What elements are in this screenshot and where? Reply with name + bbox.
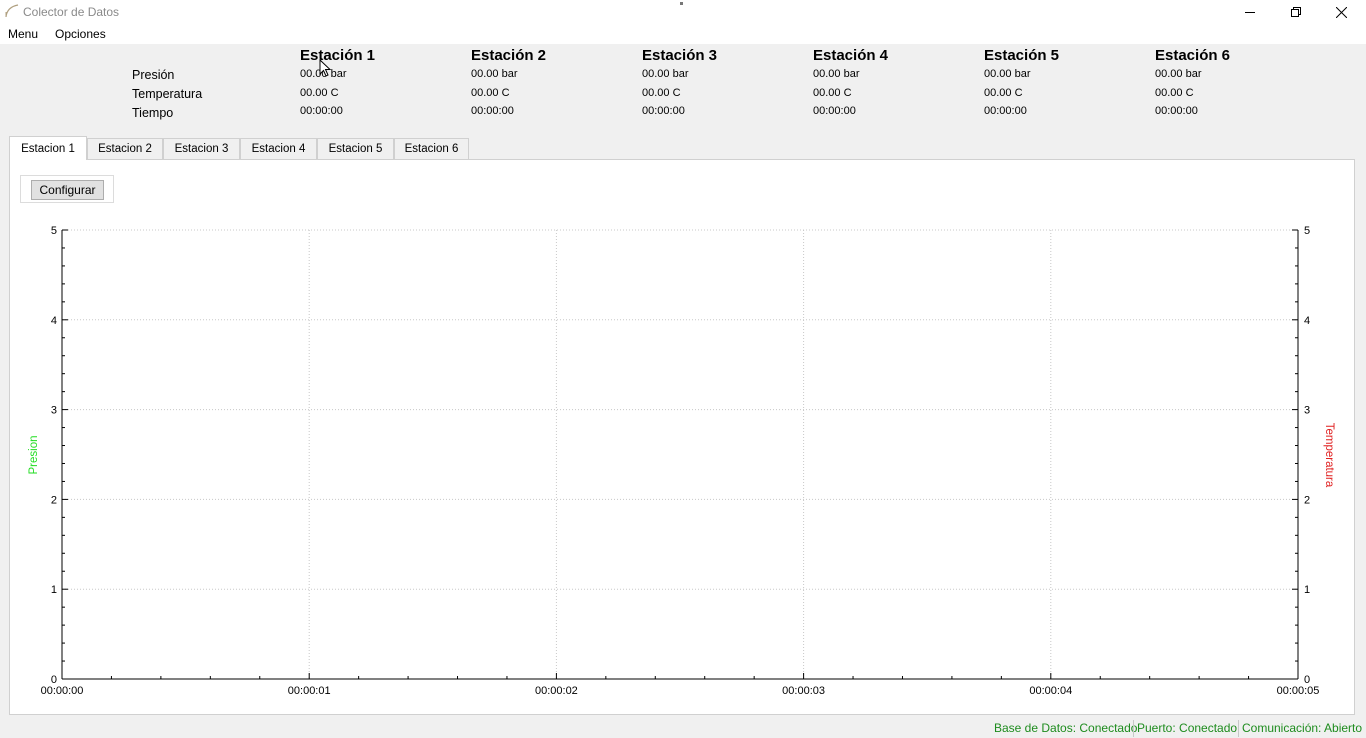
status-bar: Base de Datos: Conectado Puerto: Conecta… [0, 718, 1366, 738]
y-tick-label-right: 2 [1304, 494, 1310, 506]
y-tick-label-right: 5 [1304, 225, 1310, 237]
status-port: Puerto: Conectado [1137, 721, 1238, 735]
y-tick-label-right: 3 [1304, 405, 1310, 417]
x-tick-label: 00:00:00 [41, 685, 84, 697]
x-tick-label: 00:00:03 [782, 685, 825, 697]
y-axis-right-title: Temperatura [1323, 422, 1335, 488]
status-separator [1133, 720, 1134, 737]
status-separator [1238, 720, 1239, 737]
status-database: Base de Datos: Conectado [994, 721, 1138, 735]
y-tick-label-left: 2 [51, 494, 57, 506]
y-tick-label-left: 4 [51, 315, 57, 327]
tab-estacion-1[interactable]: Estacion 1 [9, 136, 87, 160]
x-tick-label: 00:00:01 [288, 685, 331, 697]
status-communication: Comunicación: Abierto [1242, 721, 1363, 735]
y-axis-left-title: Presion [28, 435, 40, 475]
mouse-cursor-icon [319, 59, 332, 77]
x-tick-label: 00:00:02 [535, 685, 578, 697]
y-tick-label-right: 4 [1304, 315, 1310, 327]
x-tick-label: 00:00:04 [1029, 685, 1072, 697]
y-tick-label-left: 1 [51, 584, 57, 596]
x-tick-label: 00:00:05 [1277, 685, 1320, 697]
y-tick-label-right: 1 [1304, 584, 1310, 596]
y-tick-label-left: 3 [51, 405, 57, 417]
chart: 0 01 12 23 34 45 500:00:00 00:00:01 00:00:02 00:0… [41, 225, 1320, 697]
y-tick-label-left: 5 [51, 225, 57, 237]
